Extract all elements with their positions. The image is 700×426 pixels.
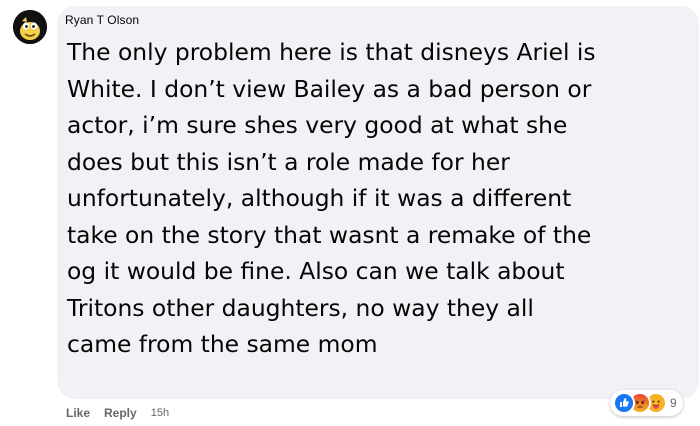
comment-bubble: Ryan T Olson The only problem here is th… [57, 6, 699, 399]
cartoon-character-avatar-icon [13, 10, 47, 44]
comment-author[interactable]: Ryan T Olson [65, 13, 139, 27]
avatar[interactable] [13, 10, 47, 44]
reply-button[interactable]: Reply [104, 406, 137, 420]
like-button[interactable]: Like [66, 406, 90, 420]
comment-text: The only problem here is that disneys Ar… [67, 38, 596, 358]
reaction-count: 9 [670, 396, 677, 410]
like-icon [613, 392, 635, 414]
comment-actions: Like Reply 15h [66, 406, 169, 420]
comment-timestamp[interactable]: 15h [151, 407, 169, 419]
reaction-summary[interactable]: 9 [610, 390, 683, 416]
